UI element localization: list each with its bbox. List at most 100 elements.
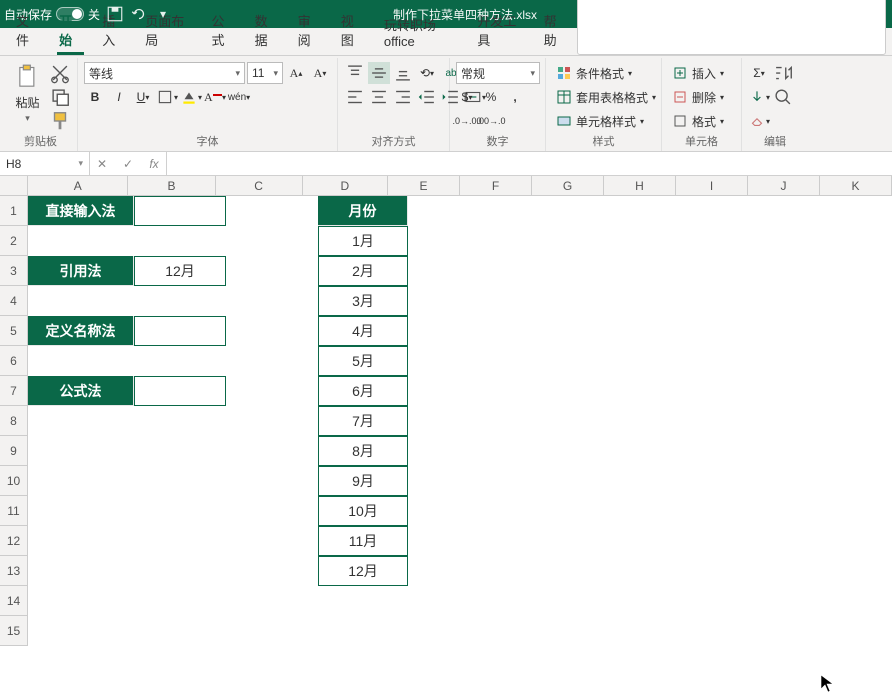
cell-D11[interactable]: 10月	[318, 496, 408, 526]
clear-button[interactable]: ▾	[748, 110, 770, 132]
conditional-format-icon	[556, 65, 572, 81]
row-header[interactable]: 6	[0, 346, 27, 376]
cell-D7[interactable]: 6月	[318, 376, 408, 406]
row-header[interactable]: 8	[0, 406, 27, 436]
align-right-button[interactable]	[392, 86, 414, 108]
decrease-indent-button[interactable]	[416, 86, 438, 108]
cell-B7[interactable]	[134, 376, 226, 406]
cell-D10[interactable]: 9月	[318, 466, 408, 496]
cell-D12[interactable]: 11月	[318, 526, 408, 556]
italic-button[interactable]: I	[108, 86, 130, 108]
underline-button[interactable]: U ▾	[132, 86, 154, 108]
font-size-select[interactable]: 11▾	[247, 62, 283, 84]
format-painter-button[interactable]	[49, 110, 71, 132]
row-header[interactable]: 15	[0, 616, 27, 646]
row-header[interactable]: 12	[0, 526, 27, 556]
row-header[interactable]: 13	[0, 556, 27, 586]
row-header[interactable]: 11	[0, 496, 27, 526]
row-header[interactable]: 7	[0, 376, 27, 406]
row-header[interactable]: 5	[0, 316, 27, 346]
format-cells-button[interactable]: 格式▾	[668, 110, 728, 132]
cell-D9[interactable]: 8月	[318, 436, 408, 466]
phonetic-button[interactable]: wén▾	[228, 86, 250, 108]
row-header[interactable]: 10	[0, 466, 27, 496]
tab-file[interactable]: 文件	[6, 5, 49, 55]
column-header[interactable]: G	[532, 176, 604, 195]
sort-filter-button[interactable]	[772, 62, 794, 84]
paste-button[interactable]: 粘贴 ▾	[10, 62, 45, 126]
row-header[interactable]: 9	[0, 436, 27, 466]
decrease-font-button[interactable]: A▾	[309, 62, 331, 84]
cancel-formula-icon[interactable]: ✕	[94, 157, 110, 171]
orientation-button[interactable]: ⟲▾	[416, 62, 438, 84]
percent-button[interactable]: %	[480, 86, 502, 108]
column-header[interactable]: C	[216, 176, 303, 195]
cell-D13[interactable]: 12月	[318, 556, 408, 586]
cut-button[interactable]	[49, 62, 71, 84]
formula-input[interactable]	[167, 152, 892, 175]
conditional-format-button[interactable]: 条件格式▾	[552, 62, 636, 84]
align-middle-button[interactable]	[368, 62, 390, 84]
align-center-button[interactable]	[368, 86, 390, 108]
cell-style-button[interactable]: 单元格样式▾	[552, 110, 648, 132]
cell-B1[interactable]	[134, 196, 226, 226]
cell-A7[interactable]: 公式法	[28, 376, 134, 406]
select-all-corner[interactable]	[0, 176, 28, 196]
save-icon[interactable]	[106, 5, 124, 23]
align-bottom-button[interactable]	[392, 62, 414, 84]
spreadsheet-grid[interactable]: ABCDEFGHIJK 123456789101112131415 直接输入法引…	[0, 176, 892, 685]
font-color-button[interactable]: A▾	[204, 86, 226, 108]
column-header[interactable]: H	[604, 176, 676, 195]
copy-button[interactable]	[49, 86, 71, 108]
find-select-button[interactable]	[772, 86, 794, 108]
accounting-button[interactable]: $▾	[456, 86, 478, 108]
column-header[interactable]: A	[28, 176, 128, 195]
cell-A1[interactable]: 直接输入法	[28, 196, 134, 226]
column-header[interactable]: I	[676, 176, 748, 195]
increase-font-button[interactable]: A▴	[285, 62, 307, 84]
accept-formula-icon[interactable]: ✓	[120, 157, 136, 171]
row-header[interactable]: 14	[0, 586, 27, 616]
row-header[interactable]: 4	[0, 286, 27, 316]
redo-dropdown-icon[interactable]: ▾	[154, 5, 172, 23]
column-header[interactable]: J	[748, 176, 820, 195]
cell-A5[interactable]: 定义名称法	[28, 316, 134, 346]
align-left-button[interactable]	[344, 86, 366, 108]
cell-D2[interactable]: 1月	[318, 226, 408, 256]
name-box[interactable]: H8▾	[0, 152, 90, 175]
align-top-button[interactable]	[344, 62, 366, 84]
row-header[interactable]: 2	[0, 226, 27, 256]
column-header[interactable]: K	[820, 176, 892, 195]
bold-button[interactable]: B	[84, 86, 106, 108]
delete-button[interactable]: 删除▾	[668, 86, 728, 108]
table-format-button[interactable]: 套用表格格式▾	[552, 86, 660, 108]
cell-D4[interactable]: 3月	[318, 286, 408, 316]
decrease-decimal-button[interactable]: .00→.0	[480, 110, 502, 132]
row-header[interactable]: 3	[0, 256, 27, 286]
cell-A3[interactable]: 引用法	[28, 256, 134, 286]
cell-D3[interactable]: 2月	[318, 256, 408, 286]
undo-icon[interactable]	[130, 5, 148, 23]
insert-button[interactable]: 插入▾	[668, 62, 728, 84]
column-header[interactable]: F	[460, 176, 532, 195]
column-header[interactable]: D	[303, 176, 388, 195]
cell-D6[interactable]: 5月	[318, 346, 408, 376]
cell-B3[interactable]: 12月	[134, 256, 226, 286]
cell-D8[interactable]: 7月	[318, 406, 408, 436]
tab-home[interactable]: 开始	[49, 5, 92, 55]
autosum-button[interactable]: Σ▾	[748, 62, 770, 84]
number-format-select[interactable]: 常规▾	[456, 62, 540, 84]
column-header[interactable]: B	[128, 176, 215, 195]
cell-B5[interactable]	[134, 316, 226, 346]
border-button[interactable]: ▾	[156, 86, 178, 108]
row-header[interactable]: 1	[0, 196, 27, 226]
fx-icon[interactable]: fx	[146, 157, 162, 171]
increase-decimal-button[interactable]: .0→.00	[456, 110, 478, 132]
fill-color-button[interactable]: ▾	[180, 86, 202, 108]
cell-D1[interactable]: 月份	[318, 196, 408, 226]
comma-button[interactable]: ,	[504, 86, 526, 108]
cell-D5[interactable]: 4月	[318, 316, 408, 346]
font-name-select[interactable]: 等线▾	[84, 62, 245, 84]
column-header[interactable]: E	[388, 176, 460, 195]
fill-button[interactable]: ▾	[748, 86, 770, 108]
